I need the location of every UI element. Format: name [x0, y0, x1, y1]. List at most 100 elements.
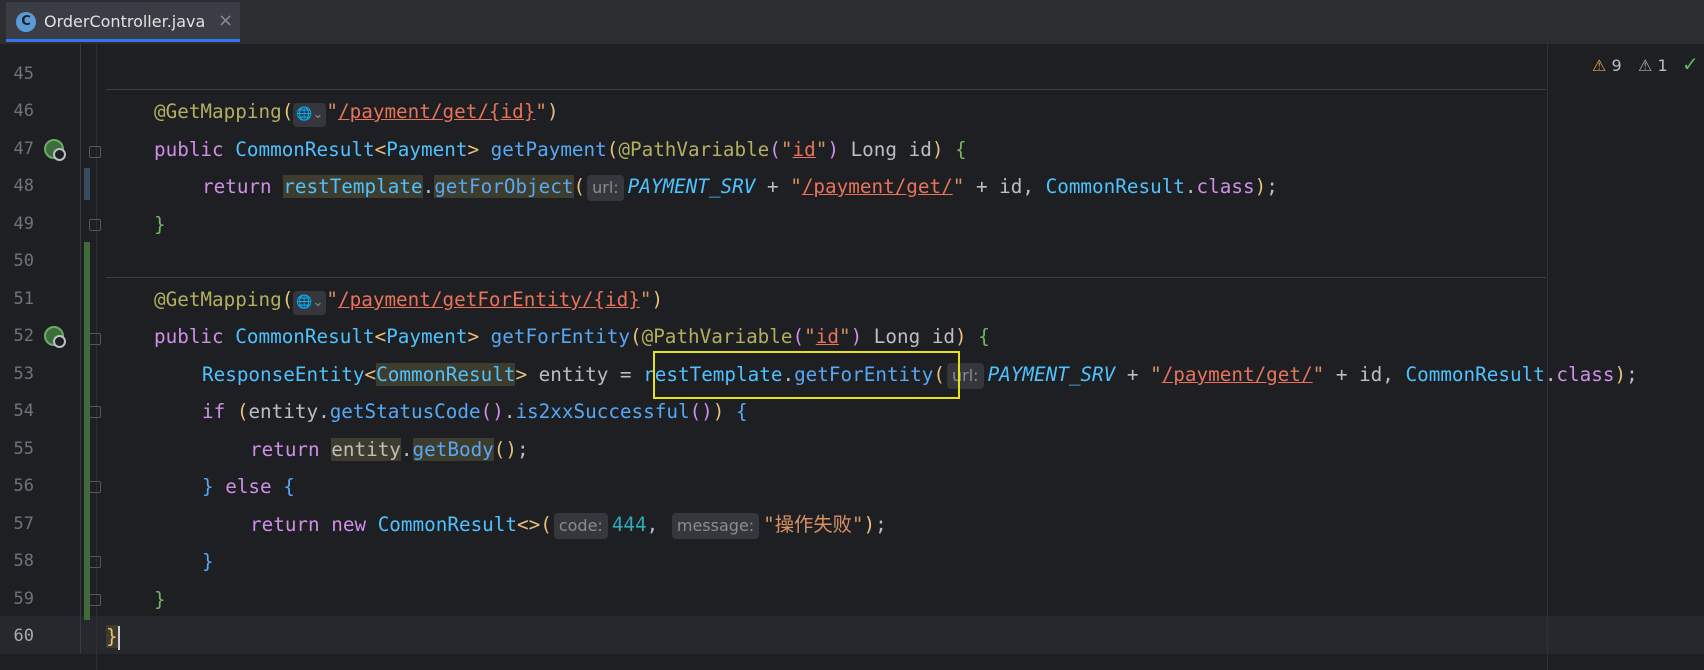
highlight-box — [653, 351, 960, 399]
keyword: else — [225, 475, 272, 498]
text-caret — [117, 625, 120, 650]
fold-marker[interactable] — [89, 146, 101, 158]
param-hint: message: — [671, 513, 760, 539]
line-number: 50 — [13, 251, 34, 271]
tab-ordercontroller[interactable]: C OrderController.java × — [6, 2, 240, 42]
code-line-52[interactable]: public CommonResult<Payment> getForEntit… — [154, 318, 990, 355]
line-number: 48 — [13, 176, 34, 196]
url-string[interactable]: /payment/get/ — [802, 175, 953, 198]
inspection-check-icon[interactable]: ✓ — [1682, 52, 1699, 76]
annotation: @GetMapping — [154, 288, 282, 311]
param-hint: url: — [587, 175, 624, 201]
code-line-47[interactable]: public CommonResult<Payment> getPayment(… — [154, 131, 967, 168]
type: CommonResult — [377, 513, 518, 536]
warnings-indicator[interactable]: ⚠ 9 — [1592, 56, 1622, 75]
weak-warnings-count: 1 — [1657, 56, 1668, 75]
method-name: getForEntity — [490, 325, 630, 348]
url-string[interactable]: /payment/get/{id} — [338, 100, 535, 123]
line-number: 54 — [13, 401, 34, 421]
gutter-separator-inner — [96, 44, 97, 670]
line-number: 58 — [13, 551, 34, 571]
line-number: 46 — [13, 101, 34, 121]
keyword: if — [202, 400, 226, 423]
annotation: @GetMapping — [154, 100, 282, 123]
code-line-48[interactable]: return restTemplate.getForObject(url: PAY… — [202, 168, 1278, 205]
fold-marker[interactable] — [89, 333, 101, 345]
param: id — [1359, 363, 1383, 386]
line-number: 57 — [13, 514, 34, 534]
keyword: return — [250, 438, 320, 461]
type: ResponseEntity — [202, 363, 365, 386]
fold-marker[interactable] — [89, 594, 101, 606]
variable: entity — [331, 438, 401, 461]
fold-marker[interactable] — [89, 406, 101, 418]
weak-warnings-indicator[interactable]: ⚠ 1 — [1638, 56, 1668, 75]
param-hint: code: — [553, 513, 608, 539]
url-string[interactable]: /payment/get/ — [1162, 363, 1313, 386]
editor-tab-bar: C OrderController.java × — [0, 0, 1704, 45]
tab-title: OrderController.java — [44, 12, 206, 31]
type: Payment — [386, 138, 468, 161]
method-separator — [106, 277, 1546, 278]
code-line-51[interactable]: @GetMapping(🌐⌄ "/payment/getForEntity/{id… — [154, 281, 663, 318]
type: Long — [873, 325, 921, 348]
warnings-count: 9 — [1611, 56, 1622, 75]
keyword: public — [154, 138, 224, 161]
string-literal: id — [815, 325, 839, 348]
modified-line-marker[interactable] — [84, 168, 90, 200]
annotation: @PathVariable — [641, 325, 793, 348]
line-number: 60 — [13, 626, 34, 646]
line-number: 45 — [13, 64, 34, 84]
code-line-56[interactable]: } else { — [202, 468, 295, 505]
keyword: public — [154, 325, 224, 348]
type: Payment — [386, 325, 468, 348]
keyword: class — [1196, 175, 1255, 198]
param: id — [999, 175, 1023, 198]
class-icon: C — [16, 12, 36, 32]
type: CommonResult — [376, 363, 516, 386]
type: CommonResult — [1045, 175, 1185, 198]
type: Long — [850, 138, 897, 161]
spring-mapping-icon[interactable] — [44, 139, 66, 161]
variable: entity — [248, 400, 319, 423]
spring-mapping-icon[interactable] — [44, 326, 66, 348]
keyword: return — [202, 175, 272, 198]
line-number: 49 — [13, 214, 34, 234]
current-line-highlight — [0, 616, 1704, 654]
field: restTemplate — [283, 175, 423, 198]
line-number: 51 — [13, 289, 34, 309]
globe-icon[interactable]: 🌐⌄ — [293, 103, 327, 127]
line-number: 59 — [13, 589, 34, 609]
line-number: 53 — [13, 364, 34, 384]
code-line-46[interactable]: @GetMapping(🌐⌄ "/payment/get/{id}") — [154, 93, 559, 130]
keyword: return — [250, 513, 320, 536]
type: CommonResult — [235, 138, 375, 161]
weak-warning-icon: ⚠ — [1638, 56, 1653, 75]
code-line-57[interactable]: return new CommonResult<>(code: 444, mess… — [250, 506, 887, 543]
method-call: getForObject — [434, 175, 574, 198]
annotation: @PathVariable — [618, 138, 770, 161]
line-number: 52 — [13, 326, 34, 346]
fold-marker[interactable] — [89, 219, 101, 231]
line-number: 56 — [13, 476, 34, 496]
type: CommonResult — [1405, 363, 1545, 386]
constant: PAYMENT_SRV — [627, 175, 756, 198]
code-line-55[interactable]: return entity.getBody(); — [250, 431, 529, 468]
line-number: 55 — [13, 439, 34, 459]
variable: entity — [538, 363, 609, 386]
fold-marker[interactable] — [89, 481, 101, 493]
code-line-58[interactable]: } — [202, 543, 214, 580]
code-line-60[interactable]: } — [106, 618, 120, 655]
fold-marker[interactable] — [89, 556, 101, 568]
globe-icon[interactable]: 🌐⌄ — [293, 291, 327, 315]
url-string[interactable]: /payment/getForEntity/{id} — [338, 288, 640, 311]
warning-icon: ⚠ — [1592, 56, 1607, 75]
keyword: new — [331, 513, 367, 536]
number-literal: 444 — [611, 513, 647, 536]
param: id — [908, 138, 932, 161]
close-icon[interactable]: × — [218, 10, 233, 31]
code-line-49[interactable]: } — [154, 206, 166, 243]
string-literal: 操作失败 — [774, 513, 852, 536]
code-line-59[interactable]: } — [154, 581, 166, 618]
string-literal: id — [792, 138, 816, 161]
